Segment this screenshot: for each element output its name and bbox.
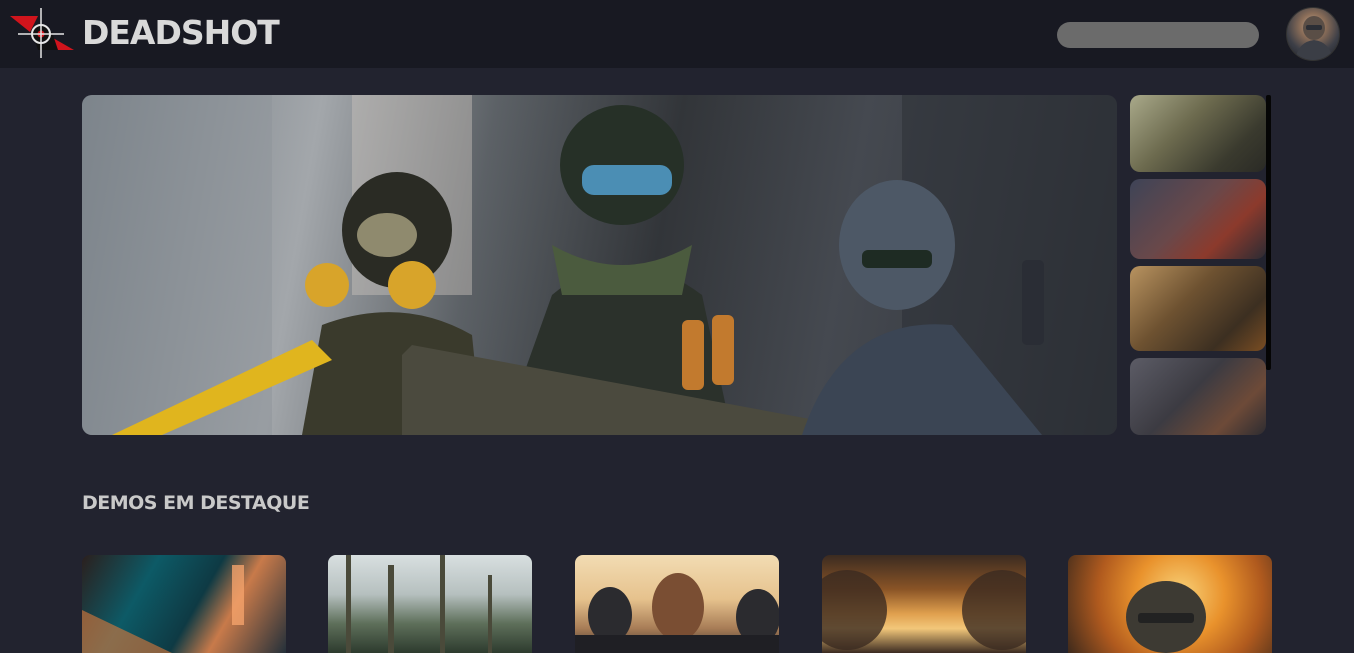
demo-card[interactable]	[822, 555, 1026, 653]
hero-thumbnail-list	[1130, 95, 1266, 435]
hero-thumbnail[interactable]	[1130, 179, 1266, 259]
brand-name[interactable]: DEADSHOT	[82, 13, 280, 52]
demo-card[interactable]	[1068, 555, 1272, 653]
section-title: DEMOS EM DESTAQUE	[82, 492, 310, 514]
thumbnail-scrollbar[interactable]	[1266, 95, 1271, 370]
hero-thumbnail[interactable]	[1130, 95, 1266, 172]
demo-card[interactable]	[575, 555, 779, 653]
hero-thumbnail[interactable]	[1130, 266, 1266, 351]
crosshair-logo-icon[interactable]	[8, 6, 76, 60]
hero-thumbnail[interactable]	[1130, 358, 1266, 435]
hero-banner[interactable]	[82, 95, 1117, 435]
demo-card[interactable]	[328, 555, 532, 653]
user-avatar[interactable]	[1286, 7, 1340, 61]
top-bar: DEADSHOT	[0, 0, 1354, 68]
demo-card[interactable]	[82, 555, 286, 653]
search-input[interactable]	[1057, 22, 1259, 48]
